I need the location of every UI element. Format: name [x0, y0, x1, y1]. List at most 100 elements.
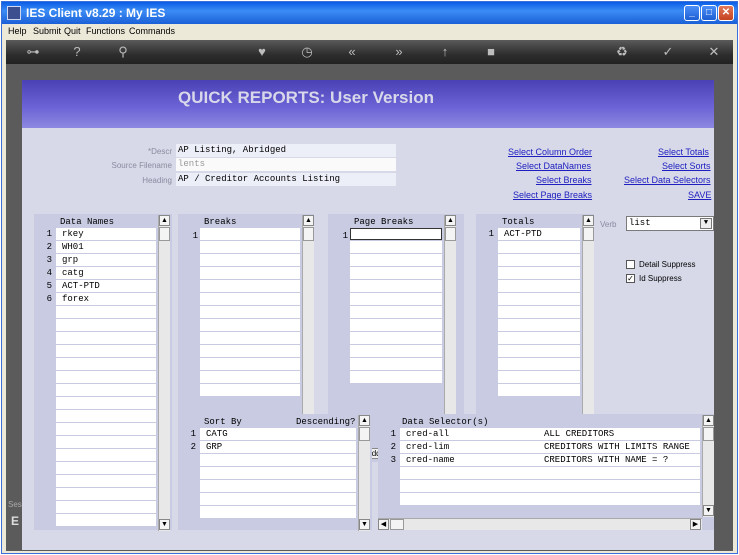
- page-breaks-row[interactable]: [350, 332, 442, 344]
- page-breaks-row[interactable]: [350, 345, 442, 357]
- forward-icon[interactable]: »: [390, 43, 408, 61]
- data-names-row[interactable]: [56, 501, 156, 513]
- totals-row[interactable]: [498, 332, 580, 344]
- data-names-row[interactable]: [56, 436, 156, 448]
- close-icon[interactable]: ✕: [705, 43, 723, 61]
- data-names-row[interactable]: [56, 319, 156, 331]
- breaks-row[interactable]: [200, 254, 300, 266]
- scroll-up-icon[interactable]: ▲: [583, 215, 594, 226]
- menu-functions[interactable]: Functions: [86, 26, 125, 36]
- search-icon[interactable]: ⚲: [114, 43, 132, 61]
- scroll-down-icon[interactable]: ▼: [359, 519, 370, 530]
- sort-by-row[interactable]: [200, 441, 356, 453]
- data-names-row[interactable]: [56, 358, 156, 370]
- select-data-selectors-link[interactable]: Select Data Selectors: [624, 175, 711, 185]
- totals-row[interactable]: [498, 293, 580, 305]
- page-breaks-row[interactable]: [350, 306, 442, 318]
- menu-help[interactable]: Help: [8, 26, 27, 36]
- data-names-row[interactable]: [56, 475, 156, 487]
- check-icon[interactable]: ✓: [659, 43, 677, 61]
- close-window-button[interactable]: ✕: [718, 5, 734, 21]
- page-breaks-row[interactable]: [350, 371, 442, 383]
- data-names-row[interactable]: [56, 410, 156, 422]
- sort-by-scroll-thumb[interactable]: [359, 427, 370, 441]
- data-names-row[interactable]: [56, 332, 156, 344]
- descr-field[interactable]: AP Listing, Abridged: [176, 144, 396, 157]
- data-names-row[interactable]: [56, 462, 156, 474]
- data-names-row[interactable]: [56, 423, 156, 435]
- data-names-row[interactable]: [56, 384, 156, 396]
- source-filename-field[interactable]: lents: [176, 158, 396, 171]
- maximize-button[interactable]: □: [701, 5, 717, 21]
- scroll-up-icon[interactable]: ▲: [703, 415, 714, 426]
- scroll-down-icon[interactable]: ▼: [703, 505, 714, 516]
- sort-by-row[interactable]: [200, 506, 356, 518]
- save-link[interactable]: SAVE: [688, 190, 711, 200]
- menu-commands[interactable]: Commands: [129, 26, 175, 36]
- breaks-row[interactable]: [200, 319, 300, 331]
- data-selectors-hscrollbar[interactable]: ◀ ▶: [378, 518, 702, 530]
- totals-row[interactable]: [498, 358, 580, 370]
- info-icon[interactable]: ↑: [436, 43, 454, 61]
- data-names-row[interactable]: [56, 371, 156, 383]
- detail-suppress-checkbox[interactable]: [626, 260, 635, 269]
- scroll-left-icon[interactable]: ◀: [378, 519, 389, 530]
- data-selectors-hscroll-thumb[interactable]: [390, 519, 404, 530]
- breaks-row[interactable]: [200, 384, 300, 396]
- minimize-button[interactable]: _: [684, 5, 700, 21]
- totals-row[interactable]: [498, 384, 580, 396]
- totals-row[interactable]: [498, 345, 580, 357]
- select-page-breaks-link[interactable]: Select Page Breaks: [513, 190, 592, 200]
- sort-by-row[interactable]: [200, 480, 356, 492]
- breaks-row[interactable]: [200, 280, 300, 292]
- data-selectors-scrollbar[interactable]: ▲ ▼: [702, 415, 714, 517]
- breaks-row[interactable]: [200, 228, 300, 240]
- scroll-up-icon[interactable]: ▲: [303, 215, 314, 226]
- breaks-row[interactable]: [200, 358, 300, 370]
- scroll-right-icon[interactable]: ▶: [690, 519, 701, 530]
- page-breaks-scroll-thumb[interactable]: [445, 227, 456, 241]
- totals-row[interactable]: [498, 280, 580, 292]
- key-icon[interactable]: ⊶: [20, 43, 46, 61]
- page-breaks-row[interactable]: [350, 358, 442, 370]
- data-names-row[interactable]: [56, 345, 156, 357]
- totals-row[interactable]: [498, 254, 580, 266]
- clock-icon[interactable]: ◷: [298, 43, 316, 61]
- data-selectors-row[interactable]: [400, 467, 700, 479]
- totals-scroll-thumb[interactable]: [583, 227, 594, 241]
- sort-by-row[interactable]: [200, 467, 356, 479]
- data-names-row[interactable]: [56, 488, 156, 500]
- totals-row[interactable]: [498, 267, 580, 279]
- menu-quit[interactable]: Quit: [64, 26, 81, 36]
- page-breaks-row[interactable]: [350, 241, 442, 253]
- breaks-row[interactable]: [200, 267, 300, 279]
- sort-by-scrollbar[interactable]: ▲ ▼: [358, 415, 370, 531]
- scroll-down-icon[interactable]: ▼: [159, 519, 170, 530]
- select-sorts-link[interactable]: Select Sorts: [662, 161, 711, 171]
- page-breaks-row[interactable]: [350, 254, 442, 266]
- data-names-scrollbar[interactable]: ▲ ▼: [158, 215, 170, 531]
- totals-row[interactable]: [498, 371, 580, 383]
- breaks-row[interactable]: [200, 293, 300, 305]
- id-suppress-checkbox[interactable]: ✓: [626, 274, 635, 283]
- page-breaks-row[interactable]: [350, 280, 442, 292]
- recycle-icon[interactable]: ♻: [613, 43, 631, 61]
- breaks-row[interactable]: [200, 371, 300, 383]
- breaks-row[interactable]: [200, 241, 300, 253]
- page-breaks-row[interactable]: [350, 319, 442, 331]
- select-totals-link[interactable]: Select Totals: [658, 147, 709, 157]
- rewind-icon[interactable]: «: [343, 43, 361, 61]
- sort-by-row[interactable]: [200, 454, 356, 466]
- select-datanames-link[interactable]: Select DataNames: [516, 161, 591, 171]
- scroll-up-icon[interactable]: ▲: [359, 415, 370, 426]
- data-names-row[interactable]: [56, 397, 156, 409]
- help-icon[interactable]: ?: [68, 43, 86, 61]
- data-names-row[interactable]: [56, 514, 156, 526]
- data-selectors-scroll-thumb[interactable]: [703, 427, 714, 441]
- data-names-scroll-thumb[interactable]: [159, 227, 170, 241]
- stop-icon[interactable]: ■: [482, 43, 500, 61]
- data-names-row[interactable]: [56, 449, 156, 461]
- page-breaks-row[interactable]: [350, 267, 442, 279]
- data-names-row[interactable]: [56, 306, 156, 318]
- page-breaks-row[interactable]: [350, 228, 442, 240]
